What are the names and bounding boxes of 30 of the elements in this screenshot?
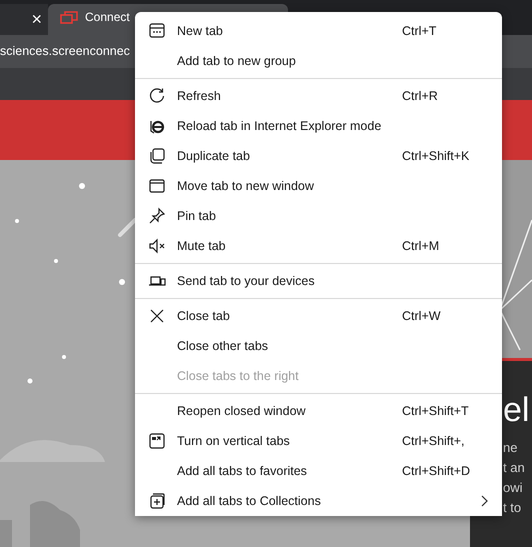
menu-label: Mute tab	[177, 238, 227, 255]
menu-label: Turn on vertical tabs	[177, 432, 291, 450]
shortcut-text: Ctrl+M	[402, 238, 440, 255]
menu-label: Refresh	[177, 88, 222, 105]
menu-label: Send tab to your devices	[177, 272, 316, 290]
shortcut-text: Ctrl+W	[402, 308, 442, 325]
menu-label: Add all tabs to Collections	[177, 492, 322, 510]
page-text: t an	[503, 459, 526, 477]
page-heading: el	[503, 390, 530, 431]
menu-label: Add all tabs to favorites	[177, 462, 308, 480]
menu-label: Close tab	[177, 308, 231, 325]
tab-title: Connect	[85, 10, 130, 24]
page-text: t to	[503, 499, 522, 517]
menu-label: Close other tabs	[177, 338, 270, 355]
page-text: ne	[503, 439, 518, 457]
menu-label: Reload tab in Internet Explorer mode	[177, 118, 382, 135]
shortcut-text: Ctrl+Shift+T	[402, 402, 470, 420]
shortcut-text: Ctrl+Shift+K	[402, 148, 470, 165]
shortcut-text: Ctrl+Shift+,	[402, 432, 466, 450]
menu-label: Reopen closed window	[177, 402, 307, 420]
page-text: owi	[503, 479, 524, 497]
shortcut-text: Ctrl+Shift+D	[402, 462, 472, 480]
menu-label: Move tab to new window	[177, 178, 315, 195]
menu-label: Duplicate tab	[177, 148, 251, 165]
menu-label: Add tab to new group	[177, 52, 297, 70]
shortcut-text: Ctrl+T	[402, 22, 438, 40]
menu-label: New tab	[177, 22, 224, 40]
menu-label: Close tabs to the right	[177, 368, 300, 385]
shortcut-text: Ctrl+R	[402, 88, 439, 105]
menu-label: Pin tab	[177, 208, 217, 225]
